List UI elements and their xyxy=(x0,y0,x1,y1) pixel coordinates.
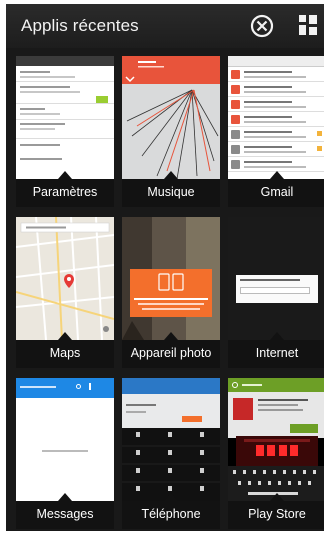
recent-app-card-parametres[interactable]: Paramètres xyxy=(16,56,114,207)
recent-apps-screen: Applis récentes Paramètres Musique Gmail… xyxy=(6,4,324,531)
recent-app-card-appareil-photo[interactable]: Appareil photo xyxy=(122,217,220,368)
recent-app-card-musique[interactable]: Musique xyxy=(122,56,220,207)
app-label: Play Store xyxy=(228,501,324,529)
app-thumbnail xyxy=(122,217,220,340)
app-thumbnail xyxy=(122,56,220,179)
app-label: Internet xyxy=(228,340,324,368)
header-bar: Applis récentes xyxy=(6,4,324,48)
recent-app-card-telephone[interactable]: Téléphone xyxy=(122,378,220,529)
app-label: Musique xyxy=(122,179,220,207)
app-thumbnail xyxy=(228,56,324,179)
app-label: Paramètres xyxy=(16,179,114,207)
recent-app-card-maps[interactable]: Maps xyxy=(16,217,114,368)
grid-view-icon[interactable] xyxy=(298,14,322,38)
recent-app-card-messages[interactable]: Messages xyxy=(16,378,114,529)
app-label: Gmail xyxy=(228,179,324,207)
app-label: Appareil photo xyxy=(122,340,220,368)
app-thumbnail xyxy=(16,378,114,501)
app-thumbnail xyxy=(228,217,324,340)
close-all-icon[interactable] xyxy=(250,14,274,38)
app-label: Maps xyxy=(16,340,114,368)
app-thumbnail xyxy=(122,378,220,501)
recent-app-card-internet[interactable]: Internet xyxy=(228,217,324,368)
app-thumbnail xyxy=(16,217,114,340)
recent-app-card-gmail[interactable]: Gmail xyxy=(228,56,324,207)
app-label: Téléphone xyxy=(122,501,220,529)
recent-app-card-play-store[interactable]: Play Store xyxy=(228,378,324,529)
app-thumbnail xyxy=(228,378,324,501)
app-thumbnail xyxy=(16,56,114,179)
page-title: Applis récentes xyxy=(21,16,139,35)
app-label: Messages xyxy=(16,501,114,529)
